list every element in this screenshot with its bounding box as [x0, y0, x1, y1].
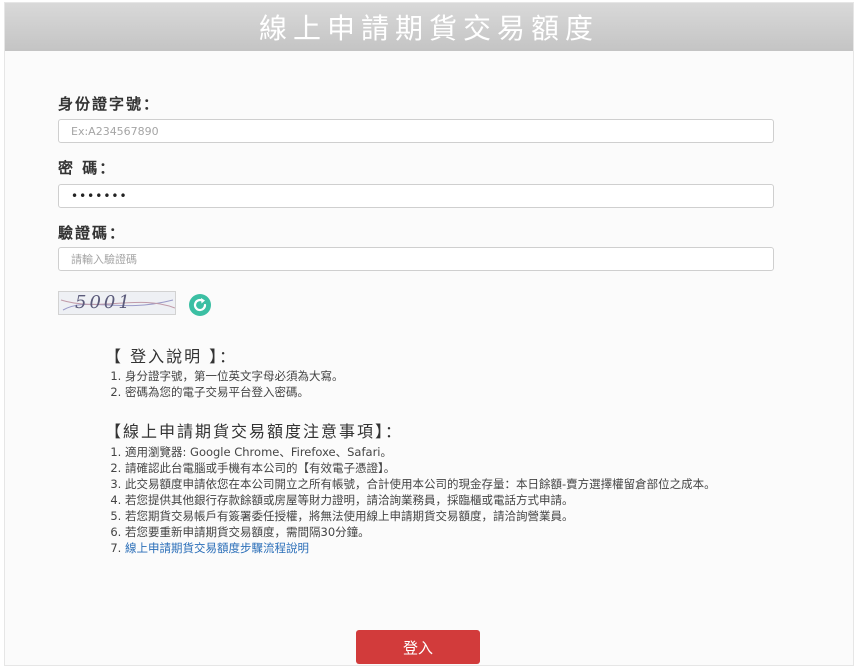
list-item: 此交易額度申請依您在本公司開立之所有帳號，合計使用本公司的現金存量：本日餘額-賣… — [125, 476, 725, 492]
page-title: 線上申請期貨交易額度 — [258, 12, 599, 45]
process-guide-link[interactable]: 線上申請期貨交易額度步驟流程說明 — [125, 541, 309, 555]
captcha-text: 5001 — [75, 292, 133, 313]
list-item: 密碼為您的電子交易平台登入密碼。 — [125, 384, 344, 400]
list-item: 身分證字號，第一位英文字母必須為大寫。 — [125, 368, 344, 384]
captcha-label: 驗證碼： — [58, 224, 127, 242]
id-number-label: 身份證字號： — [58, 95, 161, 113]
captcha-image: 5001 — [58, 291, 176, 315]
list-item: 若您期貨交易帳戶有簽署委任授權，將無法使用線上申請期貨交易額度，請洽詢營業員。 — [125, 508, 725, 524]
password-label: 密 碼： — [58, 159, 117, 177]
captcha-input[interactable] — [58, 247, 774, 271]
list-item: 若您要重新申請期貨交易額度，需間隔30分鐘。 — [125, 524, 725, 540]
list-item: 若您提供其他銀行存款餘額或房屋等財力證明，請洽詢業務員，採臨櫃或電話方式申請。 — [125, 492, 725, 508]
refresh-captcha-button[interactable] — [188, 293, 216, 317]
page-frame: 線上申請期貨交易額度 身份證字號： 密 碼： 驗證碼： 5001 【 登入說明 … — [4, 2, 854, 666]
login-notes-list: 身分證字號，第一位英文字母必須為大寫。 密碼為您的電子交易平台登入密碼。 — [109, 368, 344, 400]
password-input[interactable] — [58, 184, 774, 208]
quota-notes-list: 適用瀏覽器: Google Chrome、Firefoxe、Safari。 請確… — [109, 444, 725, 556]
login-notes-title: 【 登入說明 】： — [105, 347, 238, 366]
id-number-input[interactable] — [58, 119, 774, 143]
page-header: 線上申請期貨交易額度 — [5, 3, 853, 51]
quota-notes-title: 【線上申請期貨交易額度注意事項】： — [105, 422, 404, 441]
login-button[interactable]: 登入 — [356, 630, 480, 664]
list-item: 請確認此台電腦或手機有本公司的【有效電子憑證】。 — [125, 460, 725, 476]
refresh-icon — [189, 294, 211, 316]
list-item: 線上申請期貨交易額度步驟流程說明 — [125, 540, 725, 556]
list-item: 適用瀏覽器: Google Chrome、Firefoxe、Safari。 — [125, 444, 725, 460]
